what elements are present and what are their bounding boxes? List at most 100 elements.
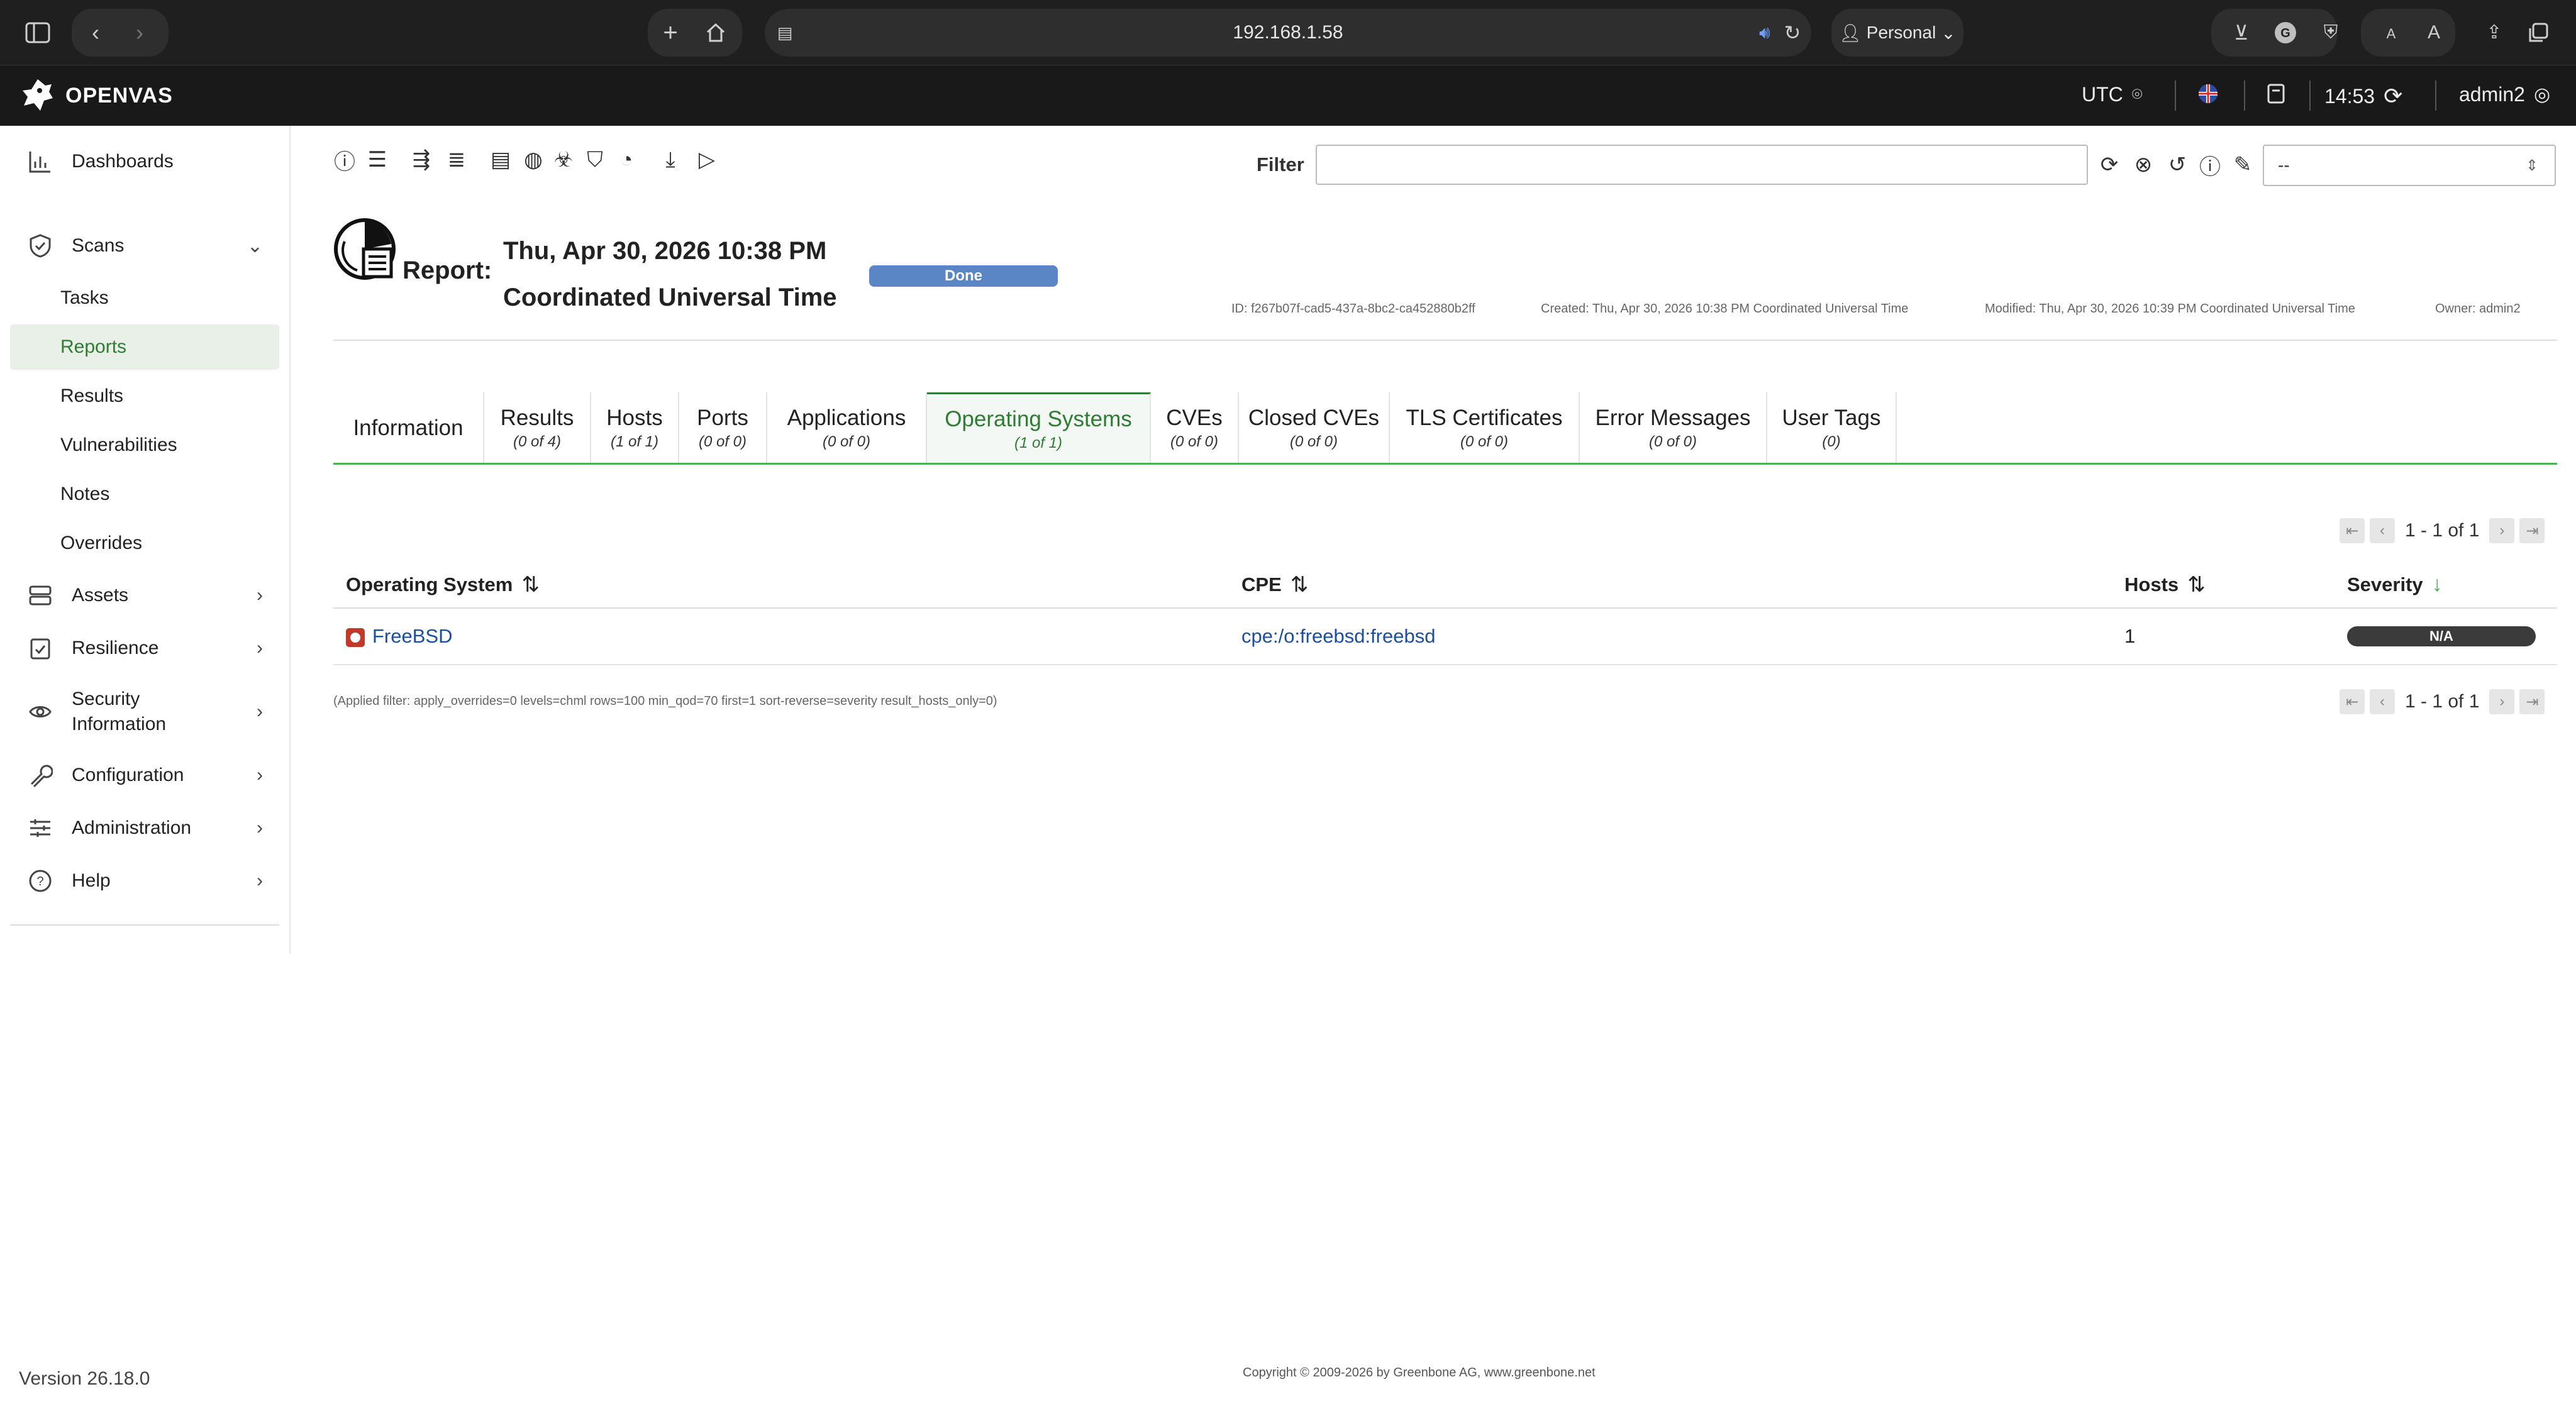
report-icon: [334, 218, 396, 280]
os-link[interactable]: FreeBSD: [372, 625, 452, 647]
reload-icon[interactable]: ↻: [1780, 19, 1805, 47]
new-tab-icon[interactable]: +: [657, 19, 684, 47]
trigger-alert-icon[interactable]: ▷: [693, 146, 721, 174]
previous-page-icon[interactable]: ‹: [2370, 689, 2395, 714]
sidebar-item-results[interactable]: Results: [10, 374, 279, 419]
filter-help-icon[interactable]: ⓘ: [2196, 151, 2224, 179]
sidebar-item-notes[interactable]: Notes: [10, 472, 279, 517]
chevron-right-icon: ›: [257, 585, 263, 606]
add-to-assets-icon[interactable]: ⇶: [408, 146, 435, 174]
pagination-bottom: ⇤ ‹ 1 - 1 of 1 › ⇥: [2340, 688, 2545, 716]
shield-extension-icon[interactable]: ⛨: [2317, 19, 2345, 47]
text-smaller-button[interactable]: A: [2379, 21, 2404, 47]
sidebar-item-assets[interactable]: Assets ›: [10, 576, 279, 615]
help-circle-icon: ?: [25, 866, 55, 896]
tls-certificates-icon[interactable]: ⛉: [581, 146, 609, 174]
site-settings-icon[interactable]: ▤: [772, 19, 797, 47]
tab-closed-cves[interactable]: Closed CVEs (0 of 0): [1239, 392, 1390, 464]
sidebar-item-scans[interactable]: Scans ⌄: [10, 226, 279, 265]
sidebar-item-overrides[interactable]: Overrides: [10, 521, 279, 566]
column-header-hosts[interactable]: Hosts ⇅: [2124, 572, 2206, 597]
tab-hosts[interactable]: Hosts (1 of 1): [591, 392, 679, 464]
reset-filter-icon[interactable]: ↺: [2163, 151, 2191, 179]
tab-tls-certificates[interactable]: TLS Certificates (0 of 0): [1390, 392, 1580, 464]
forward-icon[interactable]: ›: [126, 19, 153, 47]
tab-ports[interactable]: Ports (0 of 0): [679, 392, 767, 464]
grammarly-icon[interactable]: G: [2272, 19, 2299, 47]
row-divider: [333, 664, 2557, 665]
sidebar-item-administration[interactable]: Administration ›: [10, 809, 279, 848]
user-menu[interactable]: admin2 ◎: [2459, 83, 2550, 106]
tab-count: (0 of 0): [1460, 433, 1509, 450]
tab-user-tags[interactable]: User Tags (0): [1767, 392, 1897, 464]
tab-cves[interactable]: CVEs (0 of 0): [1151, 392, 1239, 464]
manual-icon[interactable]: [2267, 83, 2285, 104]
previous-page-icon[interactable]: ‹: [2370, 518, 2395, 543]
profile-button[interactable]: 👤︎ Personal ⌄: [1831, 9, 1963, 57]
chevron-right-icon: ›: [257, 638, 263, 658]
performance-icon[interactable]: ◔: [613, 146, 640, 174]
sidebar: Dashboards Scans ⌄ Tasks Reports Results…: [0, 126, 291, 953]
sidebar-item-reports[interactable]: Reports: [10, 324, 279, 370]
share-icon[interactable]: ⇪: [2480, 19, 2508, 47]
column-header-cpe[interactable]: CPE ⇅: [1241, 572, 1308, 597]
language-flag-icon[interactable]: [2197, 83, 2219, 104]
corresponding-results-icon[interactable]: ◍: [519, 146, 547, 174]
next-page-icon[interactable]: ›: [2489, 689, 2515, 714]
sidebar-label-group: Security Information: [72, 687, 166, 737]
audio-icon[interactable]: 🔊︎: [1752, 19, 1777, 47]
sidebar-item-security-information[interactable]: Security Information ›: [10, 682, 279, 742]
refresh-icon[interactable]: ⟳: [2384, 83, 2402, 109]
corresponding-vulnerabilities-icon[interactable]: ☣: [550, 146, 577, 174]
text-larger-button[interactable]: A: [2421, 20, 2446, 45]
last-page-icon[interactable]: ⇥: [2519, 518, 2545, 543]
sidebar-item-vulnerabilities[interactable]: Vulnerabilities: [10, 423, 279, 468]
tab-information[interactable]: Information: [333, 392, 484, 464]
column-header-operating-system[interactable]: Operating System ⇅: [346, 572, 540, 597]
address-bar[interactable]: 192.168.1.58: [765, 9, 1811, 57]
filter-select-value: --: [2278, 155, 2290, 175]
tab-applications[interactable]: Applications (0 of 0): [767, 392, 927, 464]
tab-label: CVEs: [1166, 406, 1223, 430]
next-page-icon[interactable]: ›: [2489, 518, 2515, 543]
freebsd-os-icon: [346, 628, 365, 647]
last-page-icon[interactable]: ⇥: [2519, 689, 2545, 714]
tab-error-messages[interactable]: Error Messages (0 of 0): [1580, 392, 1767, 464]
download-icon[interactable]: ⊻: [2228, 19, 2255, 47]
clear-filter-icon[interactable]: ⊗: [2129, 151, 2157, 179]
tabs-overview-icon[interactable]: [2524, 19, 2552, 47]
cpe-link[interactable]: cpe:/o:freebsd:freebsd: [1241, 625, 1435, 647]
tab-operating-systems[interactable]: Operating Systems (1 of 1): [927, 392, 1151, 464]
sidebar-item-tasks[interactable]: Tasks: [10, 275, 279, 321]
refresh-filter-icon[interactable]: ⟳: [2096, 151, 2123, 179]
pagination-text: 1 - 1 of 1: [2405, 691, 2480, 712]
tab-label: Error Messages: [1595, 406, 1751, 430]
download-report-icon[interactable]: ⤓: [657, 146, 684, 174]
sidebar-item-resilience[interactable]: Resilience ›: [10, 629, 279, 668]
back-icon[interactable]: ‹: [82, 19, 109, 47]
help-icon[interactable]: ⓘ: [331, 146, 358, 174]
column-label: Operating System: [346, 573, 513, 595]
openvas-logo[interactable]: OPENVAS: [19, 77, 173, 114]
sort-icon: ⇅: [521, 573, 540, 597]
filter-input[interactable]: [1316, 145, 2088, 185]
report-timezone: Coordinated Universal Time: [503, 284, 837, 311]
column-header-severity[interactable]: Severity ↓: [2347, 572, 2443, 597]
first-page-icon[interactable]: ⇤: [2340, 518, 2365, 543]
home-icon[interactable]: [702, 19, 730, 47]
list-icon[interactable]: ☰: [364, 146, 391, 174]
sidebar-item-dashboards[interactable]: Dashboards: [10, 142, 279, 181]
first-page-icon[interactable]: ⇤: [2340, 689, 2365, 714]
sidebar-item-help[interactable]: ? Help ›: [10, 861, 279, 900]
remove-from-assets-icon[interactable]: ≣: [443, 146, 470, 174]
corresponding-task-icon[interactable]: ▤: [487, 146, 514, 174]
filter-select[interactable]: -- ⇕: [2263, 145, 2556, 186]
edit-filter-icon[interactable]: ✎: [2229, 151, 2257, 179]
sidebar-label: Dashboards: [72, 151, 174, 172]
tab-results[interactable]: Results (0 of 4): [484, 392, 591, 464]
sidebar-toggle-icon[interactable]: [24, 20, 52, 45]
sidebar-label: Configuration: [72, 765, 184, 785]
sidebar-item-configuration[interactable]: Configuration ›: [10, 756, 279, 795]
chevron-right-icon: ›: [257, 870, 263, 891]
tab-label: Operating Systems: [945, 406, 1132, 431]
